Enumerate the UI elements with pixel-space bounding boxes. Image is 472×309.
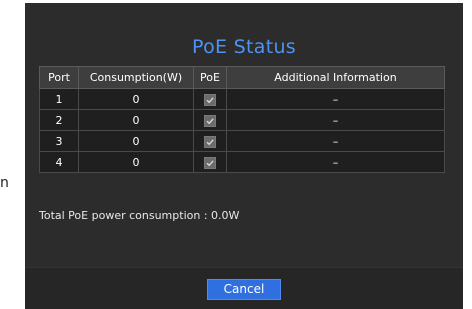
poe-cell [193, 109, 227, 131]
header-port: Port [39, 66, 79, 89]
checkmark-icon [206, 117, 214, 124]
table-row: 1 0 – [39, 88, 445, 110]
port-cell: 4 [39, 151, 79, 173]
port-cell: 1 [39, 88, 79, 110]
info-cell: – [226, 151, 445, 173]
info-cell: – [226, 88, 445, 110]
poe-cell [193, 151, 227, 173]
consumption-cell: 0 [78, 130, 194, 152]
side-text: n [0, 175, 9, 191]
poe-cell [193, 88, 227, 110]
info-cell: – [226, 130, 445, 152]
port-cell: 3 [39, 130, 79, 152]
poe-checkbox [204, 114, 216, 127]
table-header-row: Port Consumption(W) PoE Additional Infor… [39, 66, 445, 89]
poe-checkbox [204, 135, 216, 148]
consumption-cell: 0 [78, 109, 194, 131]
checkmark-icon [206, 159, 214, 166]
header-additional-information: Additional Information [226, 66, 445, 89]
poe-checkbox [204, 93, 216, 106]
port-cell: 2 [39, 109, 79, 131]
poe-status-table: Port Consumption(W) PoE Additional Infor… [39, 66, 445, 173]
header-consumption: Consumption(W) [78, 66, 194, 89]
poe-cell [193, 130, 227, 152]
table-row: 2 0 – [39, 109, 445, 131]
header-poe: PoE [193, 66, 227, 89]
cancel-button[interactable]: Cancel [207, 279, 281, 300]
checkmark-icon [206, 138, 214, 145]
table-row: 3 0 – [39, 130, 445, 152]
table-row: 4 0 – [39, 151, 445, 173]
total-power-consumption: Total PoE power consumption : 0.0W [39, 209, 240, 222]
dialog-title: PoE Status [192, 36, 296, 58]
poe-status-dialog: PoE Status Port Consumption(W) PoE Addit… [25, 3, 463, 309]
poe-checkbox [204, 156, 216, 169]
checkmark-icon [206, 96, 214, 103]
page: n PoE Status Port Consumption(W) PoE Add… [0, 0, 472, 309]
info-cell: – [226, 109, 445, 131]
consumption-cell: 0 [78, 88, 194, 110]
consumption-cell: 0 [78, 151, 194, 173]
